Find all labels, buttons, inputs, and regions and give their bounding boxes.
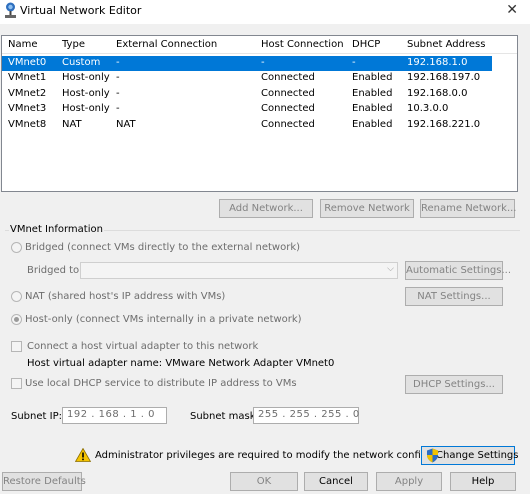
ok-button[interactable]: OK: [230, 472, 298, 491]
vmnet-info-group: [5, 230, 520, 430]
dhcp-checkbox[interactable]: [11, 378, 22, 389]
cell-host: Connected: [261, 72, 315, 83]
network-list[interactable]: Name Type External Connection Host Conne…: [1, 35, 518, 192]
cell-host: -: [261, 57, 265, 68]
cell-dhcp: Enabled: [352, 119, 393, 130]
cell-name: VMnet3: [8, 103, 47, 114]
cell-host: Connected: [261, 103, 315, 114]
chevron-down-icon: ⌵: [387, 264, 394, 274]
nat-label: NAT (shared host's IP address with VMs): [25, 291, 226, 302]
radio-selected-dot: [14, 317, 19, 322]
cell-type: Host-only: [62, 88, 110, 99]
remove-network-button[interactable]: Remove Network: [320, 199, 414, 218]
cell-subnet: 192.168.1.0: [407, 57, 468, 68]
cell-name: VMnet8: [8, 119, 47, 130]
automatic-settings-button[interactable]: Automatic Settings...: [405, 261, 511, 280]
cell-type: Host-only: [62, 72, 110, 83]
subnet-mask-label: Subnet mask:: [190, 411, 259, 422]
rename-network-button[interactable]: Rename Network...: [420, 199, 516, 218]
list-header: Name Type External Connection Host Conne…: [2, 36, 517, 54]
cancel-button[interactable]: Cancel: [304, 472, 368, 491]
cell-type: NAT: [62, 119, 82, 130]
table-row[interactable]: VMnet8 NAT NAT Connected Enabled 192.168…: [2, 118, 492, 133]
cell-external: -: [116, 88, 120, 99]
cell-subnet: 192.168.0.0: [407, 88, 468, 99]
apply-button[interactable]: Apply: [376, 472, 442, 491]
title-bar: Virtual Network Editor ✕: [0, 0, 530, 24]
dhcp-label: Use local DHCP service to distribute IP …: [25, 378, 297, 389]
table-row[interactable]: VMnet3 Host-only - Connected Enabled 10.…: [2, 102, 492, 117]
column-header-host[interactable]: Host Connection: [261, 39, 344, 50]
add-network-button[interactable]: Add Network...: [219, 199, 313, 218]
table-row[interactable]: VMnet2 Host-only - Connected Enabled 192…: [2, 87, 492, 102]
nat-settings-button[interactable]: NAT Settings...: [405, 287, 503, 306]
cell-host: Connected: [261, 88, 315, 99]
window-title: Virtual Network Editor: [20, 4, 142, 17]
subnet-ip-label: Subnet IP:: [11, 411, 62, 422]
help-button[interactable]: Help: [450, 472, 516, 491]
cell-dhcp: -: [352, 57, 356, 68]
shield-icon: [427, 448, 438, 463]
cell-dhcp: Enabled: [352, 103, 393, 114]
cell-host: Connected: [261, 119, 315, 130]
network-app-icon: [5, 2, 16, 18]
bridged-label: Bridged (connect VMs directly to the ext…: [25, 242, 301, 253]
cell-name: VMnet1: [8, 72, 47, 83]
column-header-external[interactable]: External Connection: [116, 39, 217, 50]
subnet-mask-field[interactable]: 255 . 255 . 255 . 0: [253, 407, 359, 424]
cell-name: VMnet0: [8, 57, 47, 68]
column-header-subnet[interactable]: Subnet Address: [407, 39, 485, 50]
nat-radio[interactable]: [11, 291, 22, 302]
cell-subnet: 192.168.197.0: [407, 72, 481, 83]
cell-external: NAT: [116, 119, 136, 130]
cell-subnet: 192.168.221.0: [407, 119, 481, 130]
bridged-to-label: Bridged to:: [27, 265, 83, 276]
close-icon[interactable]: ✕: [506, 2, 518, 18]
change-settings-label: Change Settings: [436, 450, 519, 461]
cell-type: Host-only: [62, 103, 110, 114]
adapter-name-text: Host virtual adapter name: VMware Networ…: [27, 358, 335, 369]
cell-external: -: [116, 103, 120, 114]
cell-external: -: [116, 57, 120, 68]
dhcp-settings-button[interactable]: DHCP Settings...: [405, 375, 503, 394]
admin-message: Administrator privileges are required to…: [95, 450, 467, 461]
restore-defaults-button[interactable]: Restore Defaults: [2, 472, 86, 491]
cell-name: VMnet2: [8, 88, 47, 99]
cell-external: -: [116, 72, 120, 83]
host-only-radio[interactable]: [11, 314, 22, 325]
table-row[interactable]: VMnet1 Host-only - Connected Enabled 192…: [2, 71, 492, 86]
warning-icon: [75, 448, 91, 462]
column-header-type[interactable]: Type: [62, 39, 85, 50]
bridged-radio[interactable]: [11, 242, 22, 253]
subnet-ip-field[interactable]: 192 . 168 . 1 . 0: [62, 407, 167, 424]
change-settings-button[interactable]: Change Settings: [421, 446, 519, 465]
cell-type: Custom: [62, 57, 101, 68]
connect-adapter-checkbox[interactable]: [11, 341, 22, 352]
bridged-to-dropdown[interactable]: ⌵: [80, 262, 398, 279]
cell-dhcp: Enabled: [352, 88, 393, 99]
column-header-dhcp[interactable]: DHCP: [352, 39, 380, 50]
host-only-label: Host-only (connect VMs internally in a p…: [25, 314, 302, 325]
vmnet-info-title: VMnet Information: [9, 224, 104, 235]
cell-dhcp: Enabled: [352, 72, 393, 83]
table-row[interactable]: VMnet0 Custom - - - 192.168.1.0: [2, 56, 492, 71]
connect-adapter-label: Connect a host virtual adapter to this n…: [27, 341, 259, 352]
cell-subnet: 10.3.0.0: [407, 103, 449, 114]
column-header-name[interactable]: Name: [8, 39, 38, 50]
